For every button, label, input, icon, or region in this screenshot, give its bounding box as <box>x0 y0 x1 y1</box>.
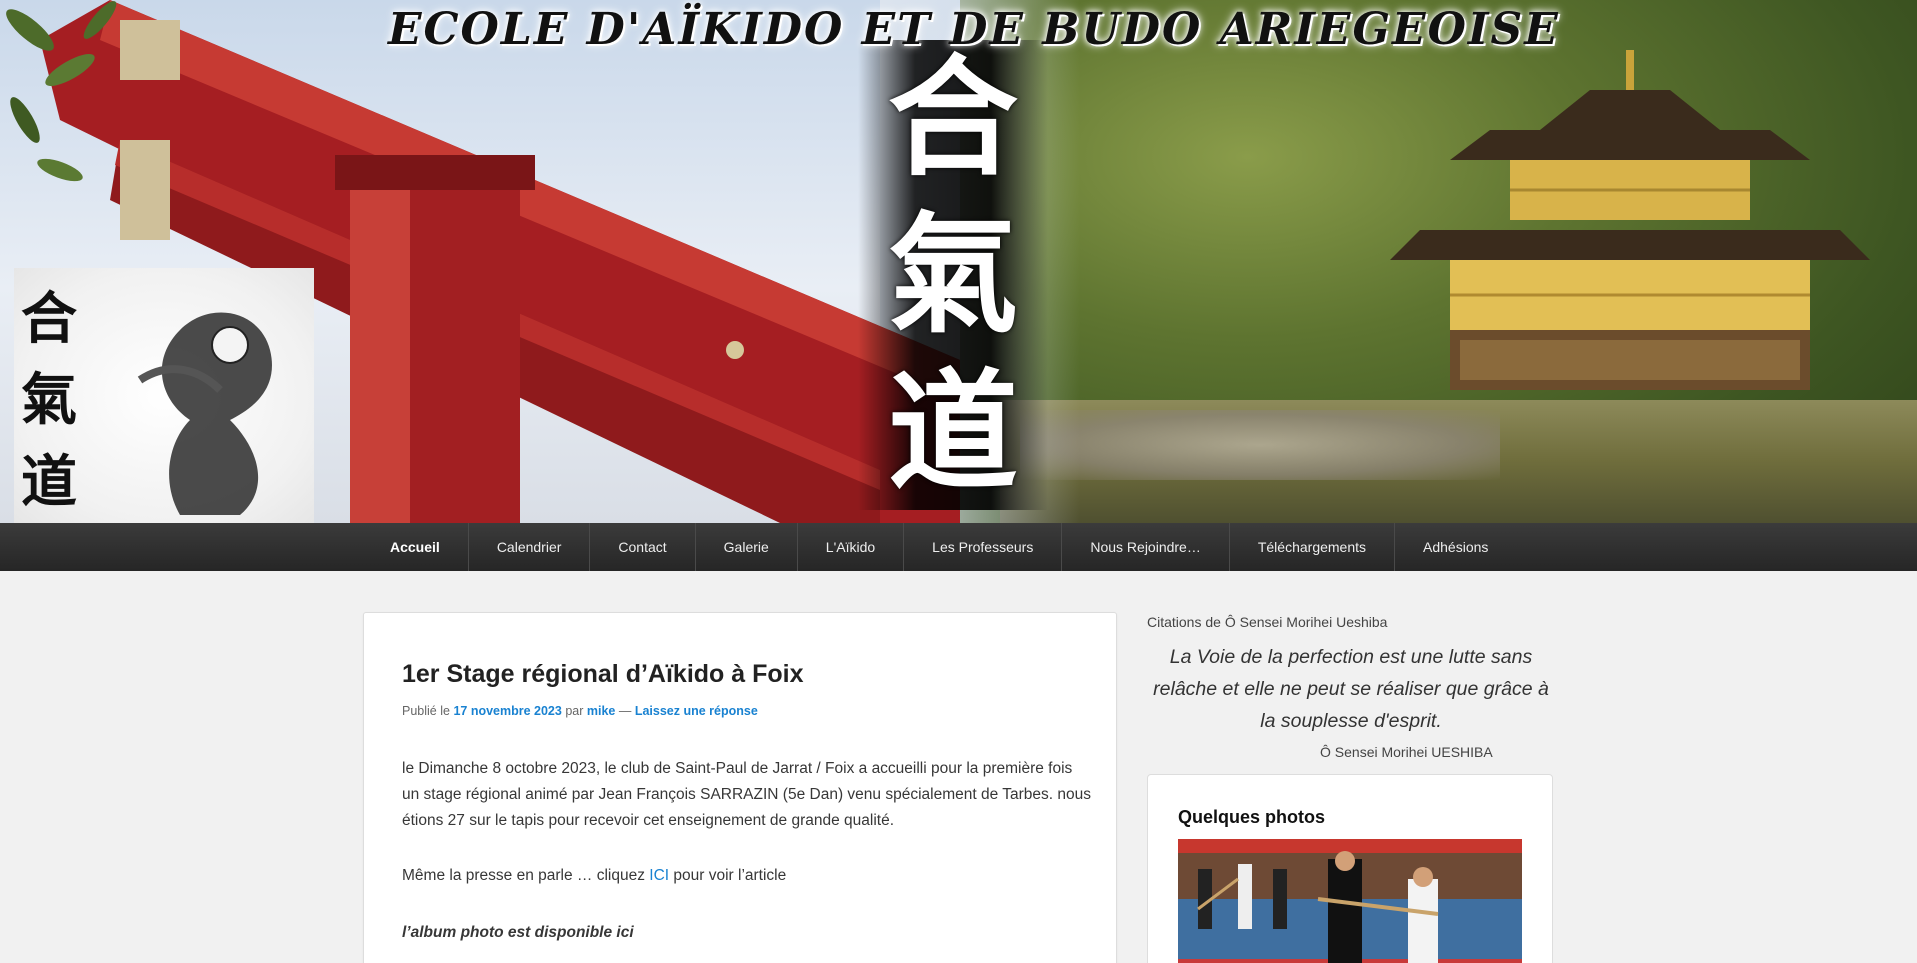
press-text-end: pour voir l’article <box>669 867 787 884</box>
post-paragraph-press: Même la presse en parle … cliquez ICI po… <box>402 867 786 885</box>
logo-kanji-char: 道 <box>21 449 77 516</box>
meta-by-label: par <box>561 704 587 718</box>
golden-pavilion-illustration <box>1390 50 1870 390</box>
nav-menu: Accueil Calendrier Contact Galerie L'Aïk… <box>362 523 1516 571</box>
meta-separator: — <box>615 704 635 718</box>
photo-album-text: l’album photo est disponible ici <box>402 924 634 941</box>
post-author-link[interactable]: mike <box>587 704 616 718</box>
nav-item-aikido[interactable]: L'Aïkido <box>798 523 905 571</box>
meta-published-label: Publié le <box>402 704 454 718</box>
logo-kanji-char: 氣 <box>21 367 77 434</box>
post-article: 1er Stage régional d’Aïkido à Foix Publi… <box>363 612 1117 963</box>
nav-item-adhesions[interactable]: Adhésions <box>1395 523 1516 571</box>
logo-kanji: 合 氣 道 <box>14 278 84 523</box>
aikido-kanji-calligraphy: 合 氣 道 <box>858 40 1048 510</box>
nav-item-contact[interactable]: Contact <box>590 523 696 571</box>
leave-reply-link[interactable]: Laissez une réponse <box>635 704 758 718</box>
nav-item-telechargements[interactable]: Téléchargements <box>1230 523 1396 571</box>
photos-widget: Quelques photos <box>1147 774 1553 963</box>
post-title[interactable]: 1er Stage régional d’Aïkido à Foix <box>402 660 804 689</box>
aikidoka-figure-illustration <box>137 312 272 515</box>
nav-item-calendrier[interactable]: Calendrier <box>469 523 591 571</box>
quote-text: La Voie de la perfection est une lutte s… <box>1153 646 1549 732</box>
quote-author: Ô Sensei Morihei UESHIBA <box>1320 744 1493 760</box>
main-navigation: Accueil Calendrier Contact Galerie L'Aïk… <box>0 523 1917 571</box>
photos-widget-title: Quelques photos <box>1178 807 1326 827</box>
calligraphy-char: 道 <box>887 354 1018 508</box>
post-meta: Publié le 17 novembre 2023 par mike — La… <box>402 704 758 718</box>
nav-item-professeurs[interactable]: Les Professeurs <box>904 523 1063 571</box>
post-date-link[interactable]: 17 novembre 2023 <box>453 704 561 718</box>
quote-widget-heading: Citations de Ô Sensei Morihei Ueshiba <box>1147 614 1388 630</box>
nav-item-nous-rejoindre[interactable]: Nous Rejoindre… <box>1062 523 1230 571</box>
site-title[interactable]: ECOLE D'AÏKIDO ET DE BUDO ARIEGEOISE <box>388 4 1558 56</box>
post-paragraph: le Dimanche 8 octobre 2023, le club de S… <box>402 760 1091 829</box>
nav-item-galerie[interactable]: Galerie <box>696 523 798 571</box>
calligraphy-char: 合 <box>887 41 1018 195</box>
calligraphy-char: 氣 <box>887 197 1018 351</box>
dojo-photo-illustration <box>1178 839 1522 963</box>
logo-kanji-char: 合 <box>21 285 77 352</box>
press-text: Même la presse en parle … cliquez <box>402 867 650 884</box>
nav-item-accueil[interactable]: Accueil <box>362 523 469 571</box>
leaves-decoration <box>6 1 117 182</box>
press-article-link[interactable]: ICI <box>649 867 669 884</box>
dojo-photo[interactable] <box>1178 839 1522 963</box>
banner-rocks <box>1020 410 1500 480</box>
header-banner[interactable]: 合 氣 道 合 氣 道 ECOLE D'AÏKIDO ET DE BUDO AR… <box>0 0 1917 523</box>
